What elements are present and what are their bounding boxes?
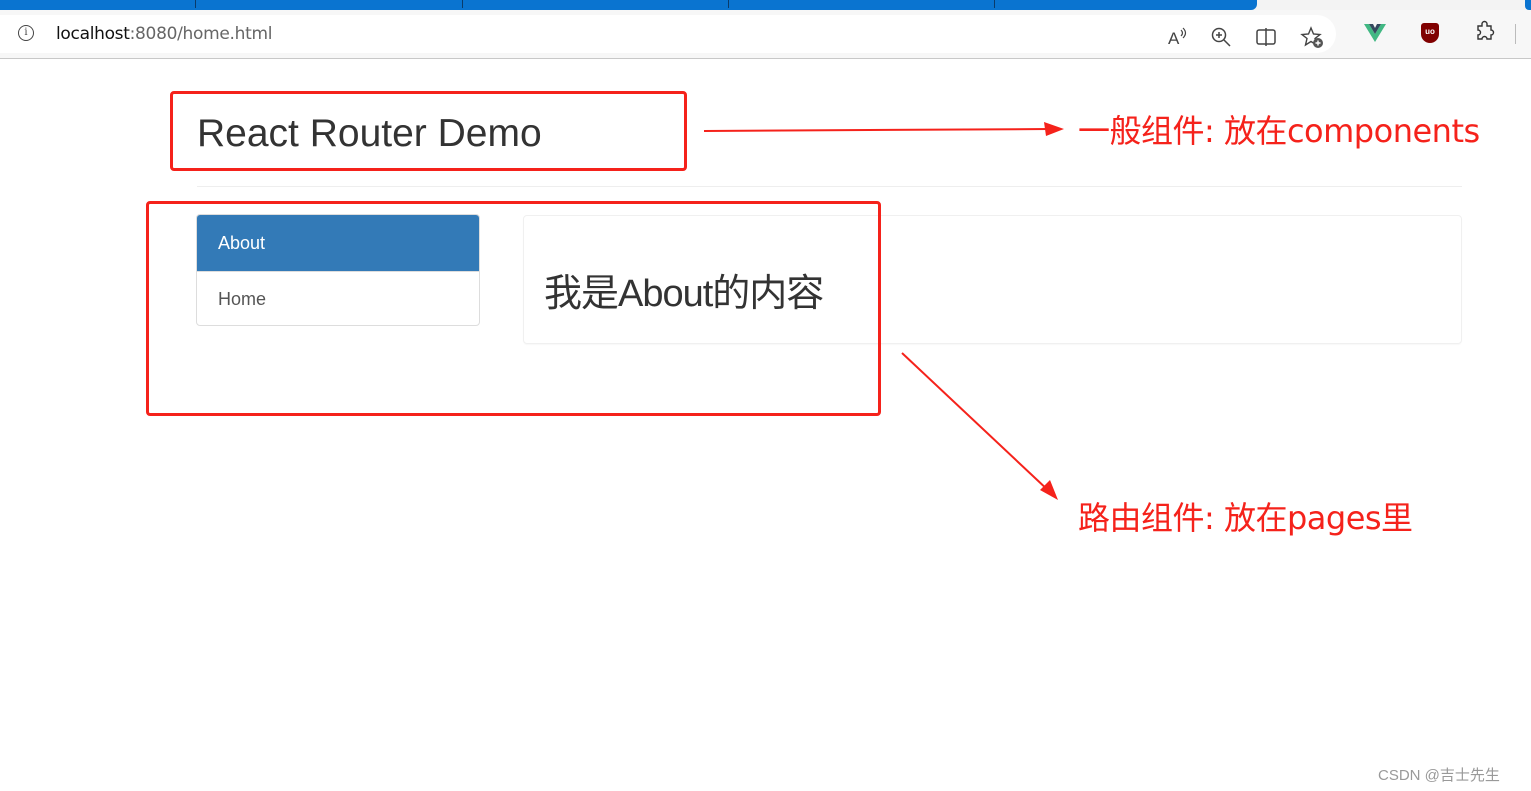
arrow-to-components-label (703, 122, 1064, 136)
annotation-general-component: 一般组件: 放在components (1078, 112, 1480, 150)
arrow-to-pages-label (901, 352, 1058, 500)
annotation-route-component: 路由组件: 放在pages里 (1078, 499, 1413, 537)
watermark: CSDN @吉士先生 (1378, 767, 1500, 784)
